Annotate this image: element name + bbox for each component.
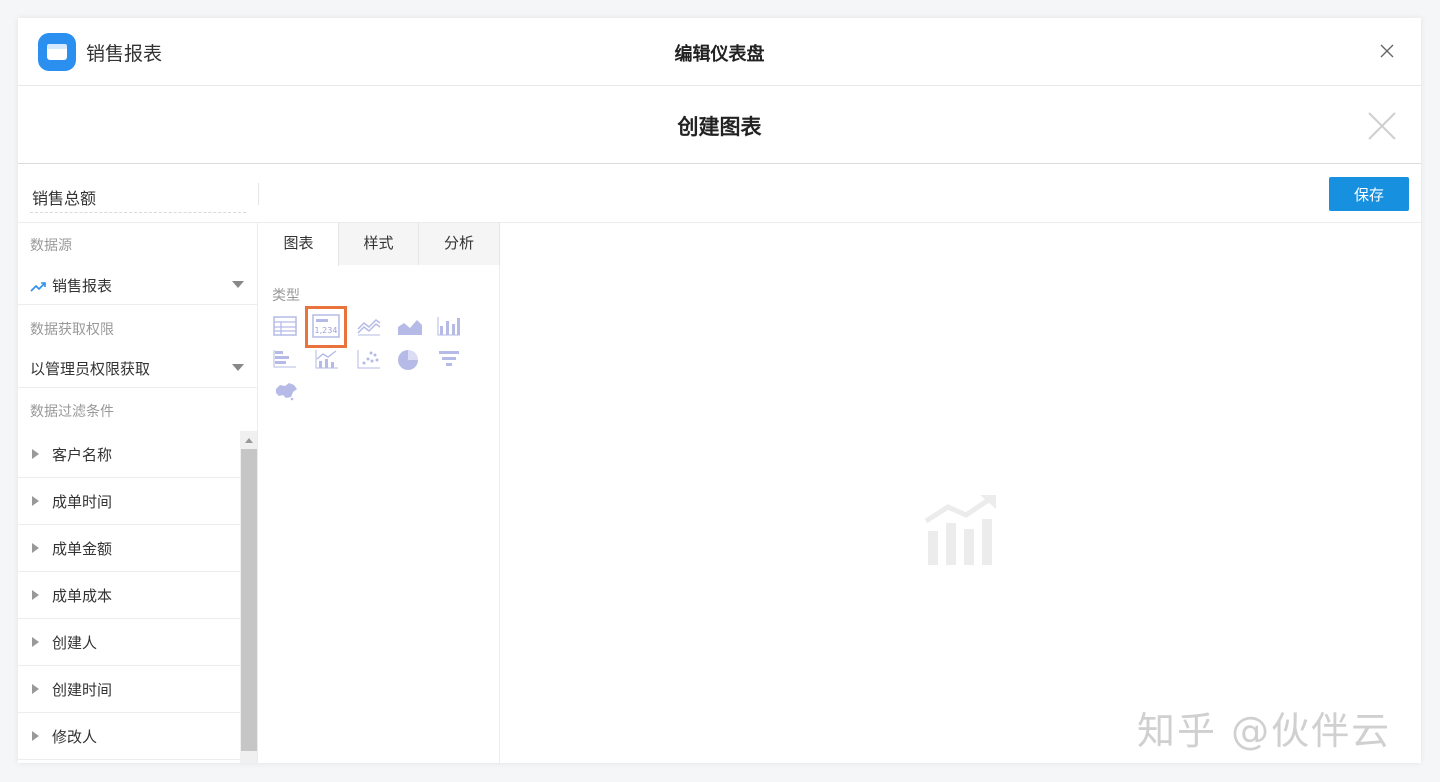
caret-right-icon (32, 590, 39, 600)
tab-style[interactable]: 样式 (339, 223, 419, 265)
modal-close-icon[interactable] (1367, 111, 1397, 141)
filter-item[interactable]: 成单成本 (18, 572, 240, 619)
number-card-icon[interactable]: 1,234 (305, 306, 347, 348)
modal-title-bar: 创建图表 (18, 86, 1421, 164)
permission-value: 以管理员权限获取 (30, 360, 151, 378)
permission-select[interactable]: 以管理员权限获取 (18, 348, 257, 388)
filter-item[interactable]: 修改人 (18, 713, 240, 760)
scrollbar[interactable] (240, 431, 257, 763)
data-source-selected-text: 销售报表 (52, 277, 113, 295)
close-icon[interactable] (1376, 40, 1398, 62)
caret-right-icon (32, 684, 39, 694)
caret-right-icon (32, 637, 39, 647)
scrollbar-thumb[interactable] (241, 449, 257, 751)
filter-label: 数据过滤条件 (30, 404, 114, 420)
filter-item-label: 成单时间 (52, 493, 113, 511)
tab-analysis[interactable]: 分析 (419, 223, 500, 265)
table-icon[interactable] (271, 313, 301, 343)
chart-name-input[interactable] (30, 181, 246, 213)
data-source-select[interactable]: 销售报表 (18, 265, 257, 305)
caret-right-icon (32, 731, 39, 741)
chart-config-panel: 图表 样式 分析 类型 1,234 (259, 223, 500, 763)
page-title: 编辑仪表盘 (674, 44, 765, 65)
tab-chart[interactable]: 图表 (259, 223, 339, 266)
caret-right-icon (32, 449, 39, 459)
chart-name-row: 保存 (18, 165, 1421, 223)
chevron-down-icon (232, 281, 244, 288)
filter-item[interactable]: 客户名称 (18, 431, 240, 478)
divider (258, 183, 259, 205)
caret-right-icon (32, 543, 39, 553)
map-chart-icon[interactable] (271, 377, 301, 407)
data-source-label: 数据源 (30, 238, 72, 254)
save-button[interactable]: 保存 (1329, 177, 1409, 211)
area-chart-icon[interactable] (395, 313, 425, 343)
filter-item-label: 客户名称 (52, 446, 113, 464)
filter-item[interactable]: 创建时间 (18, 666, 240, 713)
filter-item-label: 创建人 (52, 634, 98, 652)
combo-chart-icon[interactable] (313, 346, 343, 376)
caret-right-icon (32, 496, 39, 506)
chart-placeholder-icon (924, 493, 1000, 569)
filter-item[interactable]: 成单时间 (18, 478, 240, 525)
filter-item[interactable]: 创建人 (18, 619, 240, 666)
line-chart-icon[interactable] (355, 313, 385, 343)
dashboard-editor-window: 销售报表 编辑仪表盘 创建图表 保存 数据源 销售报表 数据获取权限 以管理员权… (18, 18, 1421, 763)
chart-preview-canvas: 知乎 @伙伴云 (501, 223, 1421, 763)
scroll-up-icon[interactable] (245, 438, 253, 443)
modal-title: 创建图表 (677, 115, 762, 139)
watermark: 知乎 @伙伴云 (1137, 709, 1392, 753)
chevron-down-icon (232, 364, 244, 371)
config-tabs: 图表 样式 分析 (259, 223, 500, 266)
top-header: 销售报表 编辑仪表盘 (18, 18, 1421, 86)
svg-text:1,234: 1,234 (315, 326, 338, 335)
permission-label: 数据获取权限 (30, 322, 114, 338)
data-source-value: 销售报表 (30, 275, 112, 296)
filter-item-label: 成单成本 (52, 587, 113, 605)
filter-item-label: 创建时间 (52, 681, 113, 699)
type-label: 类型 (272, 288, 300, 304)
scatter-chart-icon[interactable] (355, 346, 385, 376)
filter-item-label: 修改人 (52, 728, 98, 746)
data-source-panel: 数据源 销售报表 数据获取权限 以管理员权限获取 数据过滤条件 客户名称 成单时… (18, 223, 258, 763)
filter-list: 客户名称 成单时间 成单金额 成单成本 创建人 创建时间 修改人 (18, 431, 240, 760)
pie-chart-icon[interactable] (395, 346, 425, 376)
funnel-chart-icon[interactable] (435, 346, 465, 376)
trend-icon (30, 281, 46, 292)
filter-item[interactable]: 成单金额 (18, 525, 240, 572)
bar-chart-icon[interactable] (435, 313, 465, 343)
horizontal-bar-chart-icon[interactable] (271, 346, 301, 376)
filter-item-label: 成单金额 (52, 540, 113, 558)
